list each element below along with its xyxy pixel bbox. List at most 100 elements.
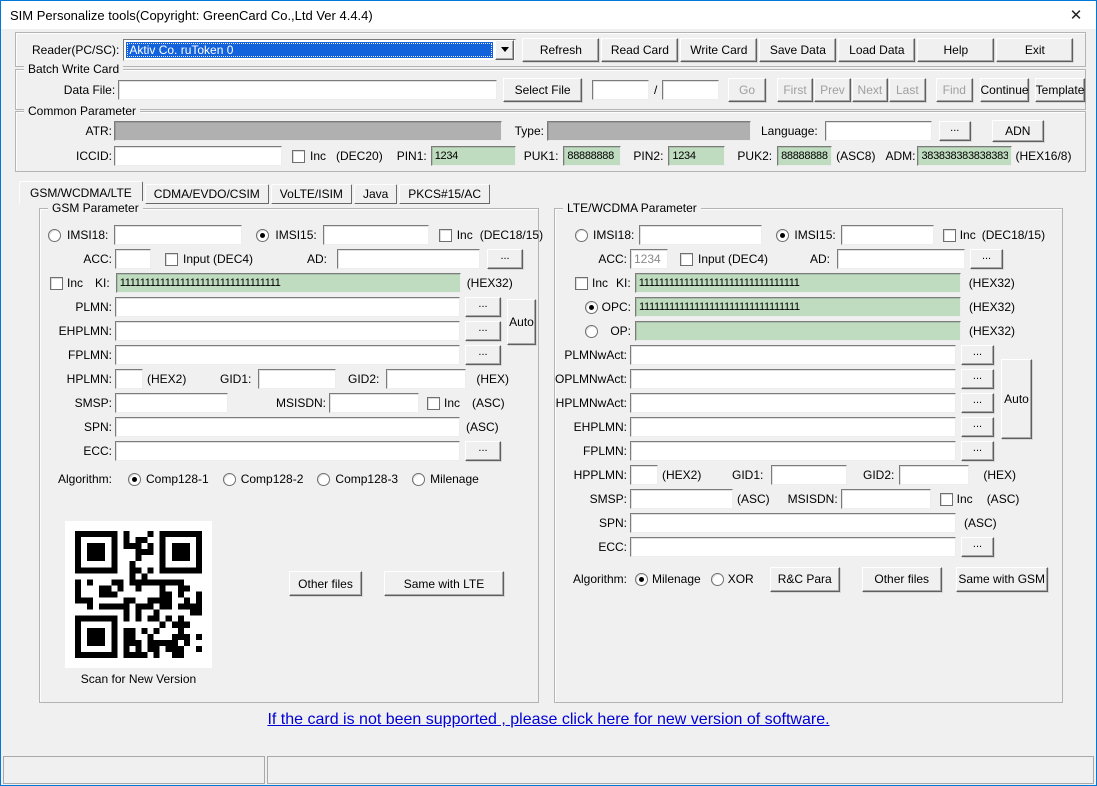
lte-smsp-input[interactable] — [630, 489, 733, 509]
gsm-fplmn-input[interactable] — [115, 345, 460, 365]
iccid-inc-checkbox[interactable] — [292, 150, 305, 163]
lte-msisdn-input[interactable] — [841, 489, 931, 509]
refresh-button[interactable]: Refresh — [522, 38, 599, 62]
lte-xor-radio[interactable] — [711, 573, 724, 586]
lte-gid2-input[interactable] — [899, 465, 969, 485]
page-total-input[interactable] — [662, 80, 719, 100]
gsm-ehplmn-input[interactable] — [115, 321, 460, 341]
lte-rc-para-button[interactable]: R&C Para — [770, 567, 840, 592]
gsm-gid2-input[interactable] — [386, 369, 466, 389]
lte-op-radio[interactable] — [585, 325, 598, 338]
load-data-button[interactable]: Load Data — [838, 38, 915, 62]
gsm-imsi18-radio[interactable] — [48, 229, 61, 242]
lte-hplmnwact-input[interactable] — [630, 393, 956, 413]
find-button[interactable]: Find — [936, 78, 973, 102]
gsm-hplmn-input[interactable] — [115, 369, 143, 389]
next-button[interactable]: Next — [852, 78, 888, 102]
gsm-comp128-2-radio[interactable] — [223, 473, 236, 486]
lte-imsi18-radio[interactable] — [575, 229, 588, 242]
gsm-smsp-input[interactable] — [115, 393, 228, 413]
write-card-button[interactable]: Write Card — [680, 38, 757, 62]
lte-op-input[interactable] — [635, 321, 961, 341]
page-current-input[interactable] — [592, 80, 649, 100]
gsm-ki-input[interactable] — [116, 273, 461, 293]
save-data-button[interactable]: Save Data — [759, 38, 836, 62]
lte-same-with-gsm-button[interactable]: Same with GSM — [956, 567, 1048, 592]
gsm-milenage-radio[interactable] — [412, 473, 425, 486]
tab-java[interactable]: Java — [354, 184, 397, 204]
gsm-same-with-lte-button[interactable]: Same with LTE — [384, 571, 504, 596]
gsm-ecc-input[interactable] — [115, 441, 460, 461]
gsm-ki-inc-checkbox[interactable] — [50, 277, 63, 290]
gsm-gid1-input[interactable] — [258, 369, 336, 389]
lte-hpplmn-input[interactable] — [630, 465, 658, 485]
lte-imsi15-input[interactable] — [841, 225, 934, 245]
lte-imsi15-radio[interactable] — [776, 229, 789, 242]
gsm-plmn-input[interactable] — [115, 297, 460, 317]
lte-opc-radio[interactable] — [585, 301, 598, 314]
lte-acc-input[interactable] — [630, 249, 668, 269]
lte-auto-button[interactable]: Auto — [1001, 359, 1032, 439]
lte-opc-input[interactable] — [635, 297, 961, 317]
gsm-spn-input[interactable] — [115, 417, 460, 437]
reader-combobox[interactable]: Aktiv Co. ruToken 0 — [123, 39, 516, 61]
data-file-input[interactable] — [118, 80, 497, 100]
pin1-field[interactable] — [431, 146, 516, 166]
gsm-msisdn-inc-checkbox[interactable] — [427, 397, 440, 410]
puk1-field[interactable] — [563, 146, 621, 166]
gsm-imsi-inc-checkbox[interactable] — [439, 229, 452, 242]
lte-plmnwact-browse-button[interactable]: ... — [961, 345, 994, 365]
gsm-imsi18-input[interactable] — [114, 225, 242, 245]
adn-button[interactable]: ADN — [992, 120, 1044, 142]
lte-fplmn-browse-button[interactable]: ... — [961, 441, 994, 461]
help-button[interactable]: Help — [917, 38, 994, 62]
select-file-button[interactable]: Select File — [503, 78, 582, 102]
tab-volte-isim[interactable]: VoLTE/ISIM — [271, 184, 352, 204]
gsm-ad-browse-button[interactable]: ... — [487, 249, 523, 269]
lte-ki-inc-checkbox[interactable] — [575, 277, 588, 290]
lte-oplmnwact-input[interactable] — [630, 369, 956, 389]
lte-ad-input[interactable] — [837, 249, 965, 269]
lte-fplmn-input[interactable] — [630, 441, 956, 461]
continue-button[interactable]: Continue — [980, 78, 1029, 102]
lte-ad-browse-button[interactable]: ... — [970, 249, 1003, 269]
language-input[interactable] — [825, 121, 932, 141]
gsm-ehplmn-browse-button[interactable]: ... — [465, 321, 501, 341]
gsm-msisdn-input[interactable] — [329, 393, 419, 413]
prev-button[interactable]: Prev — [814, 78, 850, 102]
lte-msisdn-inc-checkbox[interactable] — [940, 493, 953, 506]
lte-imsi-inc-checkbox[interactable] — [943, 229, 956, 242]
close-button[interactable]: ✕ — [1056, 2, 1096, 28]
lte-hplmnwact-browse-button[interactable]: ... — [961, 393, 994, 413]
tab-pkcs15-ac[interactable]: PKCS#15/AC — [399, 184, 490, 204]
gsm-plmn-browse-button[interactable]: ... — [465, 297, 501, 317]
language-browse-button[interactable]: ... — [939, 121, 971, 141]
lte-ehplmn-browse-button[interactable]: ... — [961, 417, 994, 437]
gsm-ad-input[interactable] — [337, 249, 480, 269]
gsm-other-files-button[interactable]: Other files — [289, 571, 362, 596]
iccid-input[interactable] — [114, 146, 282, 166]
gsm-imsi15-radio[interactable] — [256, 229, 269, 242]
pin2-field[interactable] — [668, 146, 725, 166]
lte-ki-input[interactable] — [635, 273, 961, 293]
template-button[interactable]: Template — [1035, 78, 1085, 102]
lte-other-files-button[interactable]: Other files — [862, 567, 942, 592]
exit-button[interactable]: Exit — [996, 38, 1073, 62]
first-button[interactable]: First — [777, 78, 813, 102]
chevron-down-icon[interactable] — [495, 40, 514, 60]
adm-field[interactable] — [917, 146, 1012, 166]
lte-plmnwact-input[interactable] — [630, 345, 956, 365]
last-button[interactable]: Last — [889, 78, 925, 102]
lte-imsi18-input[interactable] — [639, 225, 762, 245]
lte-milenage-radio[interactable] — [635, 573, 648, 586]
gsm-fplmn-browse-button[interactable]: ... — [465, 345, 501, 365]
gsm-comp128-3-radio[interactable] — [317, 473, 330, 486]
puk2-field[interactable] — [777, 146, 832, 166]
gsm-comp128-1-radio[interactable] — [128, 473, 141, 486]
gsm-acc-input-checkbox[interactable] — [165, 253, 178, 266]
lte-ecc-browse-button[interactable]: ... — [961, 537, 994, 557]
lte-gid1-input[interactable] — [771, 465, 847, 485]
gsm-acc-input[interactable] — [115, 249, 151, 269]
lte-ehplmn-input[interactable] — [630, 417, 956, 437]
tab-cdma-evdo-csim[interactable]: CDMA/EVDO/CSIM — [145, 184, 269, 204]
